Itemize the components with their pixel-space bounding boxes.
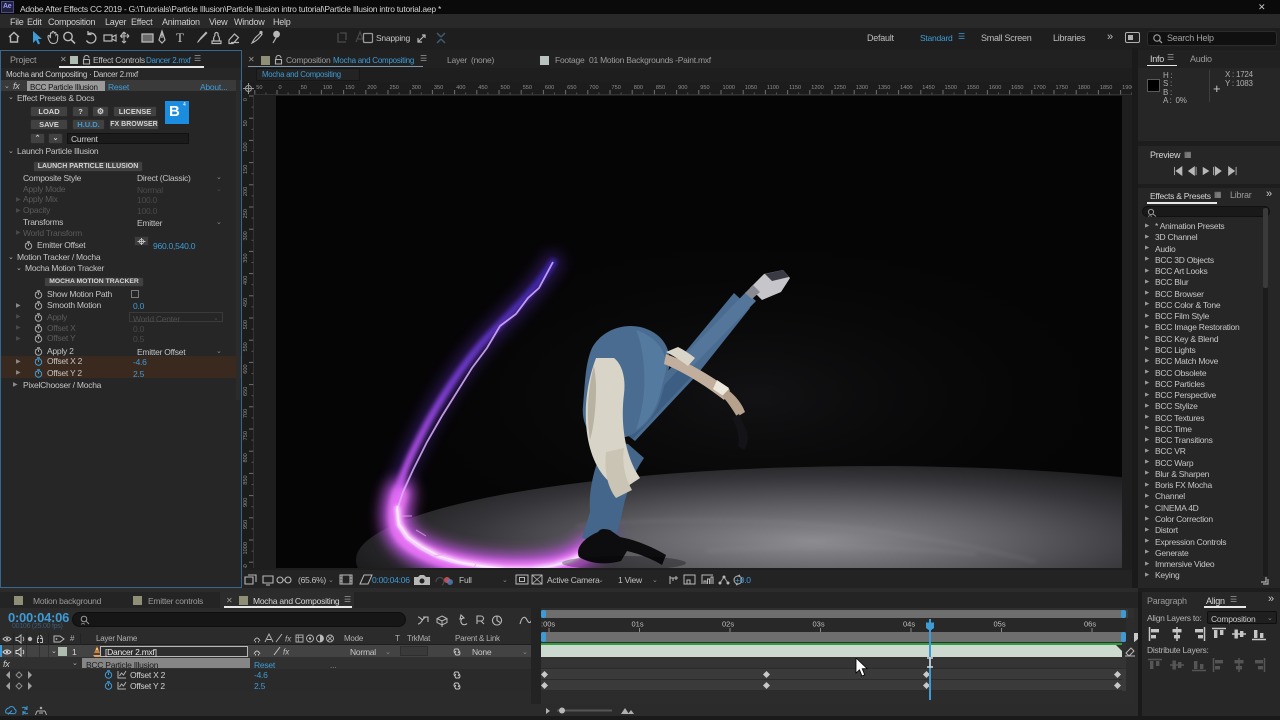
svg-text:500: 500 — [501, 85, 510, 91]
svg-text:1500: 1500 — [945, 85, 957, 91]
svg-text:800: 800 — [243, 453, 249, 462]
svg-text:450: 450 — [243, 298, 249, 307]
svg-text:900: 900 — [678, 85, 687, 91]
svg-text:1050: 1050 — [243, 564, 249, 568]
svg-text:50: 50 — [256, 85, 262, 91]
svg-text:400: 400 — [456, 85, 465, 91]
svg-text:850: 850 — [243, 475, 249, 484]
svg-text:1300: 1300 — [856, 85, 868, 91]
svg-text:700: 700 — [243, 409, 249, 418]
svg-text:750: 750 — [612, 85, 621, 91]
svg-text:150: 150 — [345, 85, 354, 91]
svg-text:fx: fx — [285, 635, 292, 644]
svg-text:650: 650 — [243, 387, 249, 396]
svg-text:1250: 1250 — [834, 85, 846, 91]
svg-text::00s: :00s — [541, 620, 555, 629]
svg-text:1100: 1100 — [767, 85, 779, 91]
svg-text:200: 200 — [367, 85, 376, 91]
svg-text:600: 600 — [243, 364, 249, 373]
svg-text:950: 950 — [700, 85, 709, 91]
svg-text:1450: 1450 — [922, 85, 934, 91]
svg-text:0: 0 — [243, 98, 249, 101]
svg-text:600: 600 — [545, 85, 554, 91]
svg-text:100: 100 — [323, 85, 332, 91]
svg-text:1700: 1700 — [1033, 85, 1045, 91]
svg-text:950: 950 — [243, 520, 249, 529]
svg-text:1650: 1650 — [1011, 85, 1023, 91]
svg-text:900: 900 — [243, 498, 249, 507]
svg-text:800: 800 — [634, 85, 643, 91]
svg-text:350: 350 — [243, 253, 249, 262]
svg-text:06s: 06s — [1084, 620, 1096, 629]
svg-text:300: 300 — [243, 231, 249, 240]
svg-text:T: T — [176, 30, 184, 45]
svg-text:250: 250 — [390, 85, 399, 91]
svg-text:1050: 1050 — [745, 85, 757, 91]
svg-text:1800: 1800 — [1078, 85, 1090, 91]
svg-text:02s: 02s — [722, 620, 734, 629]
svg-text:250: 250 — [243, 209, 249, 218]
svg-text:300: 300 — [412, 85, 421, 91]
svg-text:05s: 05s — [994, 620, 1006, 629]
svg-text:fx: fx — [283, 648, 290, 657]
svg-text:0: 0 — [279, 85, 282, 91]
svg-text:700: 700 — [589, 85, 598, 91]
svg-text:50: 50 — [301, 85, 307, 91]
svg-text:150: 150 — [243, 165, 249, 174]
svg-text:1400: 1400 — [900, 85, 912, 91]
svg-text:350: 350 — [434, 85, 443, 91]
svg-text:100: 100 — [243, 142, 249, 151]
svg-text:50: 50 — [243, 120, 249, 126]
svg-text:1600: 1600 — [989, 85, 1001, 91]
svg-text:1350: 1350 — [878, 85, 890, 91]
svg-text:1850: 1850 — [1100, 85, 1112, 91]
svg-text:650: 650 — [567, 85, 576, 91]
svg-text:1150: 1150 — [789, 85, 801, 91]
svg-text:01s: 01s — [632, 620, 644, 629]
svg-text:850: 850 — [656, 85, 665, 91]
svg-text:550: 550 — [523, 85, 532, 91]
svg-text:1200: 1200 — [811, 85, 823, 91]
svg-text:400: 400 — [243, 276, 249, 285]
svg-text:750: 750 — [243, 431, 249, 440]
svg-text:1000: 1000 — [243, 542, 249, 554]
svg-text:1000: 1000 — [723, 85, 735, 91]
svg-text:1550: 1550 — [967, 85, 979, 91]
svg-text:550: 550 — [243, 342, 249, 351]
svg-text:500: 500 — [243, 320, 249, 329]
svg-text:1900: 1900 — [1122, 85, 1132, 91]
svg-text:1750: 1750 — [1056, 85, 1068, 91]
svg-text:04s: 04s — [903, 620, 915, 629]
svg-text:200: 200 — [243, 187, 249, 196]
svg-text:03s: 03s — [813, 620, 825, 629]
svg-text:450: 450 — [478, 85, 487, 91]
